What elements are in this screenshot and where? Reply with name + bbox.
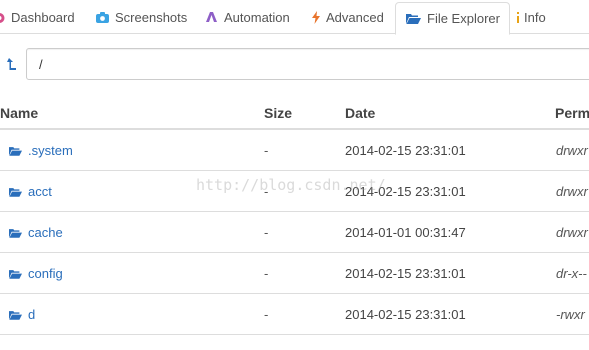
- camera-icon: [96, 11, 109, 23]
- table-row[interactable]: d - 2014-02-15 23:31:01 -rwxr: [0, 294, 589, 335]
- file-permissions: drwxr: [556, 184, 588, 199]
- tab-label: Automation: [224, 9, 290, 25]
- tab-label: Screenshots: [115, 9, 188, 25]
- tab-label: Info: [524, 9, 546, 25]
- file-table-header: Name Size Date Permi: [0, 96, 589, 130]
- file-size: -: [264, 307, 269, 322]
- table-row[interactable]: config - 2014-02-15 23:31:01 dr-x--: [0, 253, 589, 294]
- tab-automation[interactable]: Automation: [205, 0, 290, 34]
- folder-open-icon: [406, 13, 421, 24]
- file-name: d: [28, 307, 36, 322]
- file-permissions: dr-x--: [556, 266, 587, 281]
- table-row[interactable]: cache - 2014-01-01 00:31:47 drwxr: [0, 212, 589, 253]
- tab-bar: Dashboard Screenshots Automation Advance…: [0, 0, 589, 35]
- folder-icon: [9, 310, 22, 320]
- table-row[interactable]: .system - 2014-02-15 23:31:01 drwxr: [0, 130, 589, 171]
- tab-advanced[interactable]: Advanced: [312, 0, 384, 34]
- file-date: 2014-02-15 23:31:01: [345, 143, 466, 158]
- file-permissions: drwxr: [556, 143, 588, 158]
- parent-directory-button[interactable]: [0, 48, 22, 80]
- tab-label: File Explorer: [427, 11, 500, 26]
- tab-screenshots[interactable]: Screenshots: [96, 0, 187, 34]
- folder-icon: [9, 228, 22, 238]
- file-name-link[interactable]: d: [9, 307, 35, 322]
- file-size: -: [264, 266, 269, 281]
- file-explorer-page: Dashboard Screenshots Automation Advance…: [0, 0, 589, 350]
- bolt-icon: [312, 10, 320, 24]
- header-permissions[interactable]: Permi: [555, 105, 589, 121]
- tab-info[interactable]: Info: [516, 0, 546, 34]
- file-name-link[interactable]: config: [9, 266, 63, 281]
- file-date: 2014-02-15 23:31:01: [345, 184, 466, 199]
- folder-icon: [9, 146, 22, 156]
- file-size: -: [264, 143, 269, 158]
- file-name-link[interactable]: acct: [9, 184, 52, 199]
- file-name-link[interactable]: .system: [9, 143, 73, 158]
- table-row[interactable]: acct - 2014-02-15 23:31:01 drwxr: [0, 171, 589, 212]
- file-permissions: drwxr: [556, 225, 588, 240]
- file-date: 2014-02-15 23:31:01: [345, 266, 466, 281]
- file-size: -: [264, 184, 269, 199]
- file-name: .system: [28, 143, 73, 158]
- file-name: cache: [28, 225, 63, 240]
- dashboard-icon: [0, 12, 5, 23]
- automation-icon: [205, 11, 218, 23]
- path-input[interactable]: [26, 48, 589, 80]
- file-size: -: [264, 225, 269, 240]
- info-icon: [516, 11, 520, 23]
- tab-label: Dashboard: [11, 9, 75, 25]
- folder-icon: [9, 269, 22, 279]
- file-name: acct: [28, 184, 52, 199]
- level-up-icon: [6, 58, 16, 70]
- header-date[interactable]: Date: [345, 105, 375, 121]
- folder-icon: [9, 187, 22, 197]
- file-date: 2014-02-15 23:31:01: [345, 307, 466, 322]
- tab-label: Advanced: [326, 9, 384, 25]
- file-name: config: [28, 266, 63, 281]
- file-permissions: -rwxr: [556, 307, 585, 322]
- tab-dashboard[interactable]: Dashboard: [0, 0, 75, 34]
- tab-file-explorer[interactable]: File Explorer: [395, 2, 510, 35]
- file-date: 2014-01-01 00:31:47: [345, 225, 466, 240]
- header-size[interactable]: Size: [264, 105, 292, 121]
- header-name[interactable]: Name: [0, 105, 38, 121]
- file-name-link[interactable]: cache: [9, 225, 63, 240]
